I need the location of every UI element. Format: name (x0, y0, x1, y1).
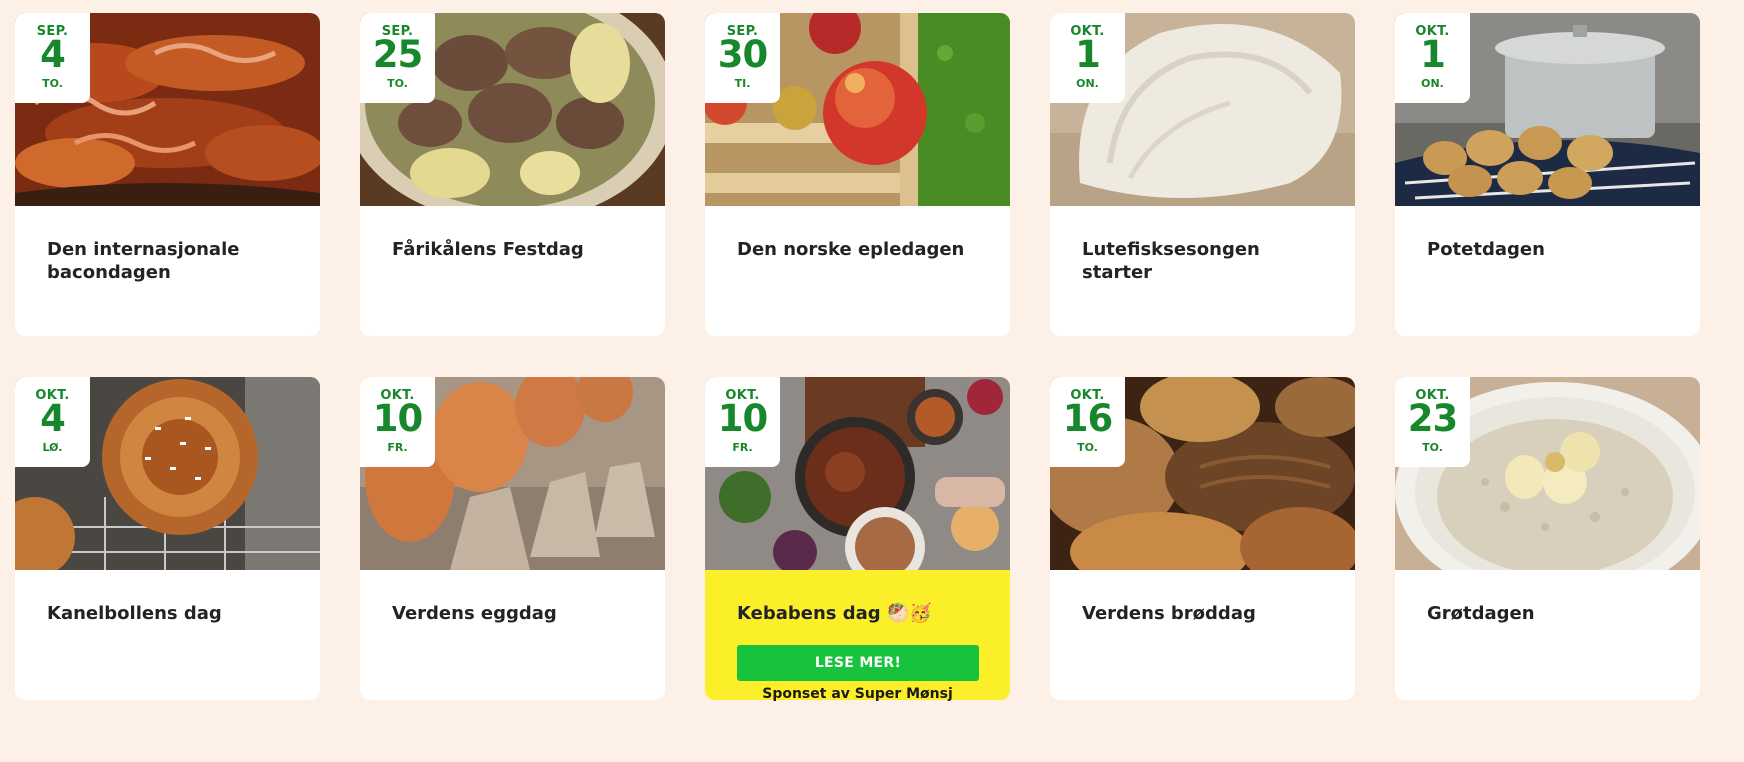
date-weekday: LØ. (42, 441, 63, 454)
date-day: 10 (372, 397, 424, 440)
event-title[interactable]: Kanelbollens dag (47, 602, 300, 625)
date-weekday: ON. (1421, 77, 1444, 90)
date-day: 1 (1420, 33, 1446, 76)
event-title[interactable]: Lutefisksesongen starter (1082, 238, 1335, 284)
event-title[interactable]: Potetdagen (1427, 238, 1680, 261)
date-badge: SEP. 4 TO. (15, 13, 90, 103)
read-more-button[interactable]: LESE MER! (737, 645, 979, 681)
event-card[interactable]: OKT. 4 LØ. Kanelbollens dag (15, 377, 320, 700)
date-day: 25 (372, 33, 424, 76)
date-badge: OKT. 16 TO. (1050, 377, 1125, 467)
event-title[interactable]: Den internasjonale bacondagen (47, 238, 300, 284)
date-day: 23 (1407, 397, 1459, 440)
date-badge: OKT. 1 ON. (1050, 13, 1125, 103)
date-badge: OKT. 4 LØ. (15, 377, 90, 467)
event-card[interactable]: OKT. 16 TO. Verdens brøddag (1050, 377, 1355, 700)
event-card[interactable]: OKT. 1 ON. Lutefisksesongen starter (1050, 13, 1355, 336)
date-badge: OKT. 10 FR. (705, 377, 780, 467)
event-title[interactable]: Kebabens dag 🥙🥳 (737, 602, 990, 625)
event-card[interactable]: SEP. 25 TO. Fårikålens Festdag (360, 13, 665, 336)
date-badge: OKT. 23 TO. (1395, 377, 1470, 467)
event-card[interactable]: OKT. 23 TO. Grøtdagen (1395, 377, 1700, 700)
date-day: 16 (1062, 397, 1114, 440)
event-title[interactable]: Grøtdagen (1427, 602, 1680, 625)
date-day: 30 (717, 33, 769, 76)
event-card[interactable]: OKT. 1 ON. Potetdagen (1395, 13, 1700, 336)
event-title[interactable]: Verdens eggdag (392, 602, 645, 625)
event-title[interactable]: Fårikålens Festdag (392, 238, 645, 261)
sponsor-text: Sponset av Super Mønsj (762, 686, 953, 702)
event-card[interactable]: OKT. 10 FR. Verdens eggdag (360, 377, 665, 700)
date-weekday: TI. (734, 77, 751, 90)
date-weekday: TO. (387, 77, 408, 90)
date-badge: OKT. 1 ON. (1395, 13, 1470, 103)
date-day: 4 (40, 33, 66, 76)
date-weekday: ON. (1076, 77, 1099, 90)
event-card[interactable]: SEP. 30 TI. Den norske epledagen (705, 13, 1010, 336)
date-day: 10 (717, 397, 769, 440)
date-weekday: TO. (1422, 441, 1443, 454)
event-title[interactable]: Den norske epledagen (737, 238, 990, 261)
date-badge: OKT. 10 FR. (360, 377, 435, 467)
event-card[interactable]: SEP. 4 TO. Den internasjonale bacondagen (15, 13, 320, 336)
date-weekday: TO. (42, 77, 63, 90)
date-day: 1 (1075, 33, 1101, 76)
date-badge: SEP. 25 TO. (360, 13, 435, 103)
date-weekday: TO. (1077, 441, 1098, 454)
date-weekday: FR. (732, 441, 753, 454)
date-weekday: FR. (387, 441, 408, 454)
event-title[interactable]: Verdens brøddag (1082, 602, 1335, 625)
date-badge: SEP. 30 TI. (705, 13, 780, 103)
date-day: 4 (40, 397, 66, 440)
